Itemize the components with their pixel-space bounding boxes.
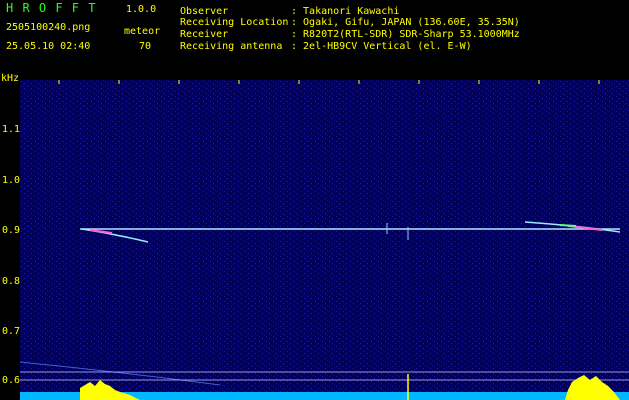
location-label: Receiving Location bbox=[180, 17, 289, 28]
spectrogram-background bbox=[20, 80, 629, 400]
freq-tick: 1.1 bbox=[2, 124, 21, 135]
receiver-value: : R820T2(RTL-SDR) SDR-Sharp 53.1000MHz bbox=[291, 29, 520, 40]
antenna-value: : 2el-HB9CV Vertical (el. E-W) bbox=[291, 41, 472, 52]
freq-tick: 0.7 bbox=[2, 326, 21, 337]
app-name: H R O F F T bbox=[6, 1, 97, 15]
freq-tick: 0.9 bbox=[2, 225, 21, 236]
date-time: 25.05.10 02:40 bbox=[6, 41, 91, 52]
meteor-echo bbox=[559, 224, 577, 227]
app-version: 1.0.0 bbox=[126, 4, 157, 15]
freq-tick: 1.0 bbox=[2, 175, 21, 186]
spectrogram bbox=[20, 80, 629, 400]
mode-label: meteor bbox=[124, 26, 161, 37]
antenna-label: Receiving antenna bbox=[180, 41, 283, 52]
freq-unit-label: kHz bbox=[1, 73, 20, 84]
location-value: : Ogaki, Gifu, JAPAN (136.60E, 35.35N) bbox=[291, 17, 520, 28]
file-name: 2505100240.png bbox=[6, 22, 91, 33]
receiver-label: Receiver bbox=[180, 29, 229, 40]
header-panel: H R O F F T 1.0.0 2505100240.png meteor … bbox=[0, 0, 629, 78]
freq-tick: 0.6 bbox=[2, 375, 21, 386]
meteor-count: 70 bbox=[139, 41, 152, 52]
freq-tick: 0.8 bbox=[2, 276, 21, 287]
